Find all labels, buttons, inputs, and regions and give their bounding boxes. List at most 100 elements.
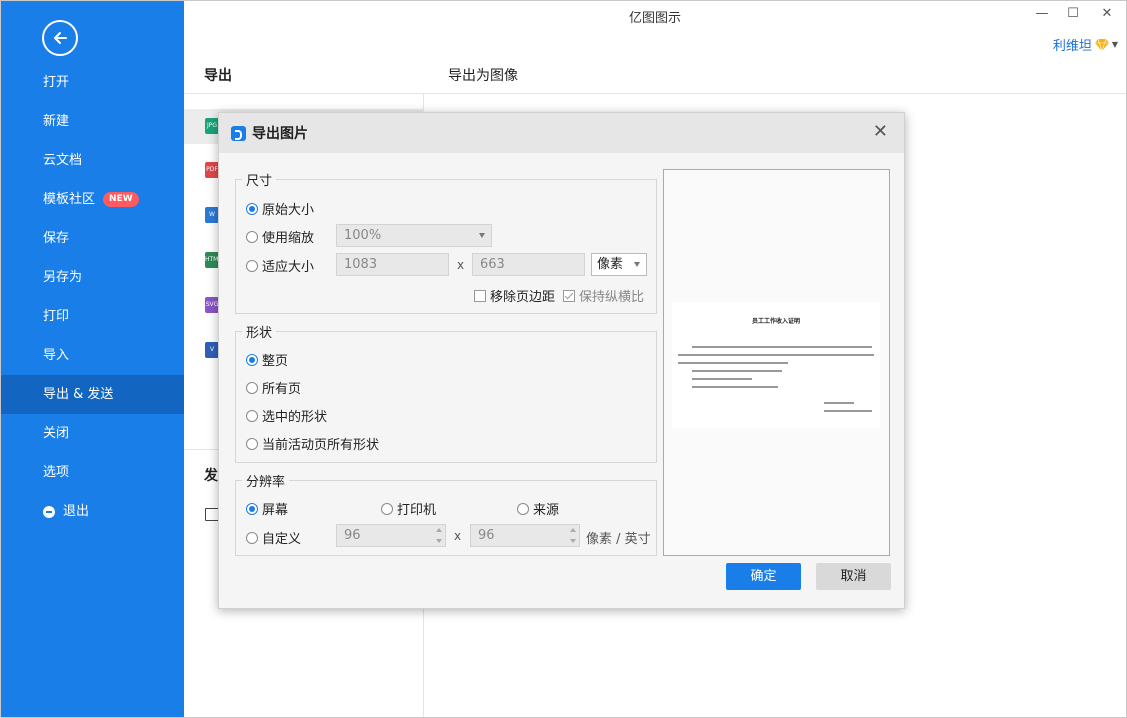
sidebar-item-label: 打开 xyxy=(43,75,70,90)
radio-label: 使用缩放 xyxy=(262,231,315,246)
preview-text-line xyxy=(678,354,874,356)
resolution-source-radio[interactable]: 来源 xyxy=(517,499,559,518)
shape-all-pages-radio[interactable]: 所有页 xyxy=(246,378,301,397)
sidebar-item-label: 新建 xyxy=(43,114,70,129)
sidebar-item-label: 选项 xyxy=(43,465,70,480)
exit-icon xyxy=(43,505,55,518)
radio-label: 适应大小 xyxy=(262,260,315,275)
preview-text-line xyxy=(692,370,782,372)
radio-dot xyxy=(246,409,258,422)
fit-height-input[interactable]: 663 xyxy=(472,253,585,276)
dialog-close-button[interactable]: ✕ xyxy=(873,123,888,141)
dpi-unit-label: 像素 / 英寸 xyxy=(586,532,651,547)
sidebar-item-label: 打印 xyxy=(43,309,70,324)
cancel-button[interactable]: 取消 xyxy=(816,563,891,590)
dpi-x-value: 96 xyxy=(344,528,361,543)
dpi-x-stepper[interactable]: 96 xyxy=(336,524,446,547)
preview-page: 员工工作收入证明 xyxy=(672,302,880,428)
shape-selected-radio[interactable]: 选中的形状 xyxy=(246,406,327,425)
size-original-radio[interactable]: 原始大小 xyxy=(246,199,314,218)
radio-dot xyxy=(381,502,393,515)
pdf-format-icon[interactable]: PDF xyxy=(205,162,219,178)
sidebar-item-options[interactable]: 选项 xyxy=(1,453,184,492)
sidebar-item-new[interactable]: 新建 xyxy=(1,102,184,141)
sidebar-item-export-send[interactable]: 导出 & 发送 xyxy=(1,375,184,414)
preview-text-line xyxy=(692,386,778,388)
radio-dot xyxy=(246,259,258,272)
jpg-format-icon[interactable]: JPG xyxy=(205,118,219,134)
preview-doc-title: 员工工作收入证明 xyxy=(751,318,800,325)
resolution-printer-radio[interactable]: 打印机 xyxy=(381,499,436,518)
fit-width-input[interactable]: 1083 xyxy=(336,253,449,276)
dpi-y-value: 96 xyxy=(478,528,495,543)
sidebar-item-import[interactable]: 导入 xyxy=(1,336,184,375)
remove-margin-checkbox[interactable]: 移除页边距 xyxy=(474,286,555,305)
resolution-screen-radio[interactable]: 屏幕 xyxy=(246,499,288,518)
sidebar-item-template-community[interactable]: 模板社区 NEW xyxy=(1,180,184,219)
radio-label: 选中的形状 xyxy=(262,410,328,425)
window-title: 亿图图示 xyxy=(628,11,681,26)
app-logo-icon xyxy=(231,125,246,141)
radio-dot xyxy=(246,353,258,366)
spinner-arrows-icon[interactable] xyxy=(435,527,443,544)
sidebar-item-save-as[interactable]: 另存为 xyxy=(1,258,184,297)
svg-format-icon[interactable]: SVG xyxy=(205,297,219,313)
checkbox-label: 移除页边距 xyxy=(490,290,556,305)
times-label: x xyxy=(454,529,462,543)
chevron-down-icon xyxy=(634,262,640,267)
keep-ratio-checkbox[interactable]: 保持纵横比 xyxy=(563,286,644,305)
radio-dot xyxy=(517,502,529,515)
preview-pane: 员工工作收入证明 xyxy=(663,169,890,556)
radio-dot xyxy=(246,531,258,544)
sidebar-item-exit[interactable]: 退出 xyxy=(1,492,184,531)
preview-text-line xyxy=(824,410,872,412)
sidebar-item-label: 退出 xyxy=(63,504,90,519)
radio-label: 自定义 xyxy=(262,532,302,547)
checkbox-box xyxy=(474,289,486,302)
shape-whole-page-radio[interactable]: 整页 xyxy=(246,350,288,369)
radio-dot xyxy=(246,202,258,215)
resolution-legend: 分辨率 xyxy=(246,475,286,490)
radio-label: 来源 xyxy=(533,503,560,518)
sidebar-item-open[interactable]: 打开 xyxy=(1,63,184,102)
radio-label: 屏幕 xyxy=(262,503,289,518)
shape-active-page-all-radio[interactable]: 当前活动页所有形状 xyxy=(246,434,379,453)
title-bar: 亿图图示 xyxy=(184,1,1126,33)
ok-button[interactable]: 确定 xyxy=(726,563,801,590)
sidebar-item-label: 云文档 xyxy=(43,153,83,168)
sidebar-item-print[interactable]: 打印 xyxy=(1,297,184,336)
radio-dot xyxy=(246,502,258,515)
size-scale-radio[interactable]: 使用缩放 xyxy=(246,227,314,246)
chevron-down-icon xyxy=(479,233,485,238)
user-menu[interactable]: 利维坦 ▼ xyxy=(1053,35,1118,54)
html-format-icon[interactable]: HTML xyxy=(205,252,219,268)
close-window-button[interactable]: ✕ xyxy=(1100,6,1114,21)
size-fit-radio[interactable]: 适应大小 xyxy=(246,256,314,275)
export-image-title: 导出为图像 xyxy=(448,68,518,84)
preview-text-line xyxy=(678,362,788,364)
app-window: 打开 新建 云文档 模板社区 NEW 保存 另存为 打印 导入 导出 & 发送 关… xyxy=(0,0,1127,718)
sidebar-item-label: 导出 & 发送 xyxy=(43,387,114,402)
radio-label: 当前活动页所有形状 xyxy=(262,438,380,453)
scale-select[interactable]: 100% xyxy=(336,224,492,247)
minimize-button[interactable]: — xyxy=(1035,6,1049,21)
sidebar-item-close[interactable]: 关闭 xyxy=(1,414,184,453)
export-image-dialog: 导出图片 ✕ 尺寸 原始大小 使用缩放 100% 适应大小 1083 x 663… xyxy=(218,112,905,609)
dpi-y-stepper[interactable]: 96 xyxy=(470,524,580,547)
preview-text-line xyxy=(824,402,854,404)
visio-format-icon[interactable]: V xyxy=(205,342,219,358)
chevron-down-icon: ▼ xyxy=(1111,40,1118,49)
maximize-button[interactable]: ☐ xyxy=(1066,6,1080,21)
sidebar-item-label: 模板社区 xyxy=(43,192,96,207)
unit-select[interactable]: 像素 xyxy=(591,253,647,276)
preview-text-line xyxy=(692,346,872,348)
word-format-icon[interactable]: W xyxy=(205,207,219,223)
sidebar-item-label: 另存为 xyxy=(43,270,83,285)
resolution-custom-radio[interactable]: 自定义 xyxy=(246,528,301,547)
sidebar-item-save[interactable]: 保存 xyxy=(1,219,184,258)
back-button[interactable] xyxy=(42,20,78,56)
preview-text-line xyxy=(692,378,752,380)
export-section-title: 导出 xyxy=(204,68,232,84)
sidebar-item-cloud-docs[interactable]: 云文档 xyxy=(1,141,184,180)
spinner-arrows-icon[interactable] xyxy=(569,527,577,544)
